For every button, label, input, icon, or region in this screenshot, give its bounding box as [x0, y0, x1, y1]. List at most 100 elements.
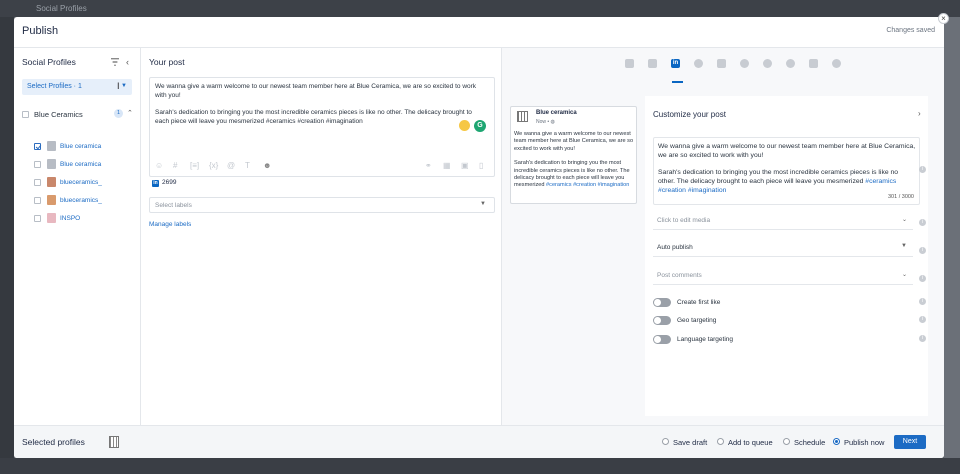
- facebook-icon[interactable]: [625, 59, 634, 68]
- camera-icon[interactable]: ▣: [461, 161, 469, 170]
- hashtag-icon[interactable]: #: [173, 161, 177, 170]
- profile-name: Blue ceramica: [60, 143, 102, 150]
- emoji-picker-icon[interactable]: ☺: [155, 161, 163, 170]
- profile-name: INSPO: [60, 215, 81, 222]
- link-icon[interactable]: ⚭: [425, 161, 432, 170]
- post-paragraph: We wanna give a warm welcome to our newe…: [155, 83, 477, 100]
- chevron-down-icon: ⌄: [901, 217, 907, 223]
- variable-icon[interactable]: {x}: [209, 161, 218, 170]
- avatar: [47, 195, 56, 205]
- selected-profile-avatar[interactable]: [109, 436, 119, 448]
- group-checkbox[interactable]: [22, 111, 29, 118]
- post-editor[interactable]: We wanna give a warm welcome to our newe…: [149, 77, 495, 177]
- linkedin-icon: in: [152, 180, 159, 187]
- toggle-label: Language targeting: [677, 336, 734, 343]
- editor-toolbar: ☺ # [≡] {x} @ T ☻ ⚭ ▦ ▣ ▯: [155, 161, 491, 173]
- info-icon[interactable]: i: [919, 298, 926, 305]
- media-field[interactable]: Click to edit media ⌄: [653, 213, 913, 230]
- info-icon[interactable]: i: [919, 247, 926, 254]
- profile-checkbox[interactable]: [34, 215, 41, 222]
- media-placeholder: Click to edit media: [657, 217, 711, 224]
- twitter-icon[interactable]: [694, 59, 703, 68]
- profile-checkbox[interactable]: [34, 161, 41, 168]
- text-cursor-icon: I: [117, 81, 120, 91]
- linkedin-icon[interactable]: in: [671, 59, 680, 68]
- avatar: [47, 177, 56, 187]
- select-profiles-dropdown[interactable]: Select Profiles · 1 ▼: [22, 79, 132, 95]
- profile-checkbox[interactable]: [34, 197, 41, 204]
- selected-profiles-label: Selected profiles: [22, 437, 85, 447]
- profile-group[interactable]: Blue Ceramics 1 ⌃: [22, 109, 134, 121]
- pinterest-icon[interactable]: [786, 59, 795, 68]
- text-format-icon[interactable]: T: [245, 161, 250, 170]
- radio-button[interactable]: [783, 438, 790, 445]
- profile-item[interactable]: INSPO: [34, 213, 134, 225]
- toggle-label: Geo targeting: [677, 317, 717, 324]
- labels-dropdown[interactable]: Select labels ▼: [149, 197, 495, 213]
- instagram-icon[interactable]: [648, 59, 657, 68]
- profile-item[interactable]: blueceramics_: [34, 195, 134, 207]
- customized-post-text[interactable]: We wanna give a warm welcome to our newe…: [653, 137, 920, 205]
- background-right-area: [944, 17, 960, 474]
- post-title: Your post: [149, 57, 185, 67]
- snapchat-icon[interactable]: [832, 59, 841, 68]
- profile-name: blueceramics_: [60, 179, 102, 186]
- info-icon[interactable]: i: [919, 166, 926, 173]
- profile-item[interactable]: blueceramics_: [34, 177, 134, 189]
- youtube-icon[interactable]: [717, 59, 726, 68]
- post-paragraph: Sarah's dedication to bringing you the m…: [155, 108, 472, 125]
- chevron-right-icon[interactable]: ›: [918, 109, 921, 118]
- post-text[interactable]: We wanna give a warm welcome to our newe…: [155, 82, 487, 126]
- avatar: [47, 159, 56, 169]
- profile-checkbox[interactable]: [34, 143, 41, 150]
- toggle-switch[interactable]: [653, 298, 671, 307]
- geo-targeting-toggle[interactable]: Geo targeting: [653, 315, 773, 325]
- post-comments-field[interactable]: Post comments ⌄: [653, 268, 913, 285]
- snippet-icon[interactable]: [≡]: [190, 161, 199, 170]
- toggle-switch[interactable]: [653, 316, 671, 325]
- toggle-label: Create first like: [677, 299, 721, 306]
- reddit-icon[interactable]: [763, 59, 772, 68]
- tiktok-icon[interactable]: [809, 59, 818, 68]
- manage-labels-link[interactable]: Manage labels: [149, 221, 191, 228]
- next-button[interactable]: Next: [894, 435, 926, 449]
- chevron-down-icon: ▼: [121, 83, 127, 89]
- publish-mode-select[interactable]: Auto publish ▼: [653, 240, 913, 257]
- collapse-panel-icon[interactable]: ‹: [126, 57, 129, 67]
- profile-item[interactable]: Blue ceramica: [34, 159, 134, 171]
- info-icon[interactable]: i: [919, 335, 926, 342]
- google-icon[interactable]: [740, 59, 749, 68]
- mention-icon[interactable]: @: [227, 161, 235, 170]
- profiles-panel-title: Social Profiles: [22, 57, 76, 67]
- media-library-icon[interactable]: ▦: [443, 161, 451, 170]
- active-tab-indicator: [672, 81, 683, 83]
- page-logo: [517, 111, 528, 122]
- modal-header: Publish Changes saved: [14, 17, 944, 48]
- toggle-switch[interactable]: [653, 335, 671, 344]
- ai-assistant-icon[interactable]: ☻: [263, 161, 271, 170]
- radio-button[interactable]: [662, 438, 669, 445]
- preview-page-name: Blue ceramica: [536, 110, 577, 116]
- background-app-header: Social Profiles: [0, 0, 960, 17]
- radio-button[interactable]: [717, 438, 724, 445]
- labels-placeholder: Select labels: [155, 202, 192, 209]
- preview-time: Now • ◍: [536, 119, 555, 125]
- grammar-icon[interactable]: G: [474, 120, 486, 132]
- profile-name: blueceramics_: [60, 197, 102, 204]
- avatar: [47, 141, 56, 151]
- radio-button[interactable]: [833, 438, 840, 445]
- info-icon[interactable]: i: [919, 275, 926, 282]
- info-icon[interactable]: i: [919, 316, 926, 323]
- language-targeting-toggle[interactable]: Language targeting: [653, 334, 773, 344]
- chevron-up-icon[interactable]: ⌃: [127, 109, 133, 117]
- info-icon[interactable]: i: [919, 219, 926, 226]
- profile-item[interactable]: Blue ceramica: [34, 141, 134, 153]
- filter-icon[interactable]: [111, 58, 119, 66]
- emoji-icon[interactable]: [459, 120, 470, 131]
- publish-modal: Publish Changes saved Social Profiles ‹ …: [14, 17, 944, 458]
- profile-checkbox[interactable]: [34, 179, 41, 186]
- document-icon[interactable]: ▯: [479, 161, 483, 170]
- first-like-toggle[interactable]: Create first like: [653, 297, 773, 307]
- network-panel: in Blue ceramica Now • ◍ We wanna give a…: [502, 48, 944, 425]
- close-icon[interactable]: ×: [938, 13, 949, 24]
